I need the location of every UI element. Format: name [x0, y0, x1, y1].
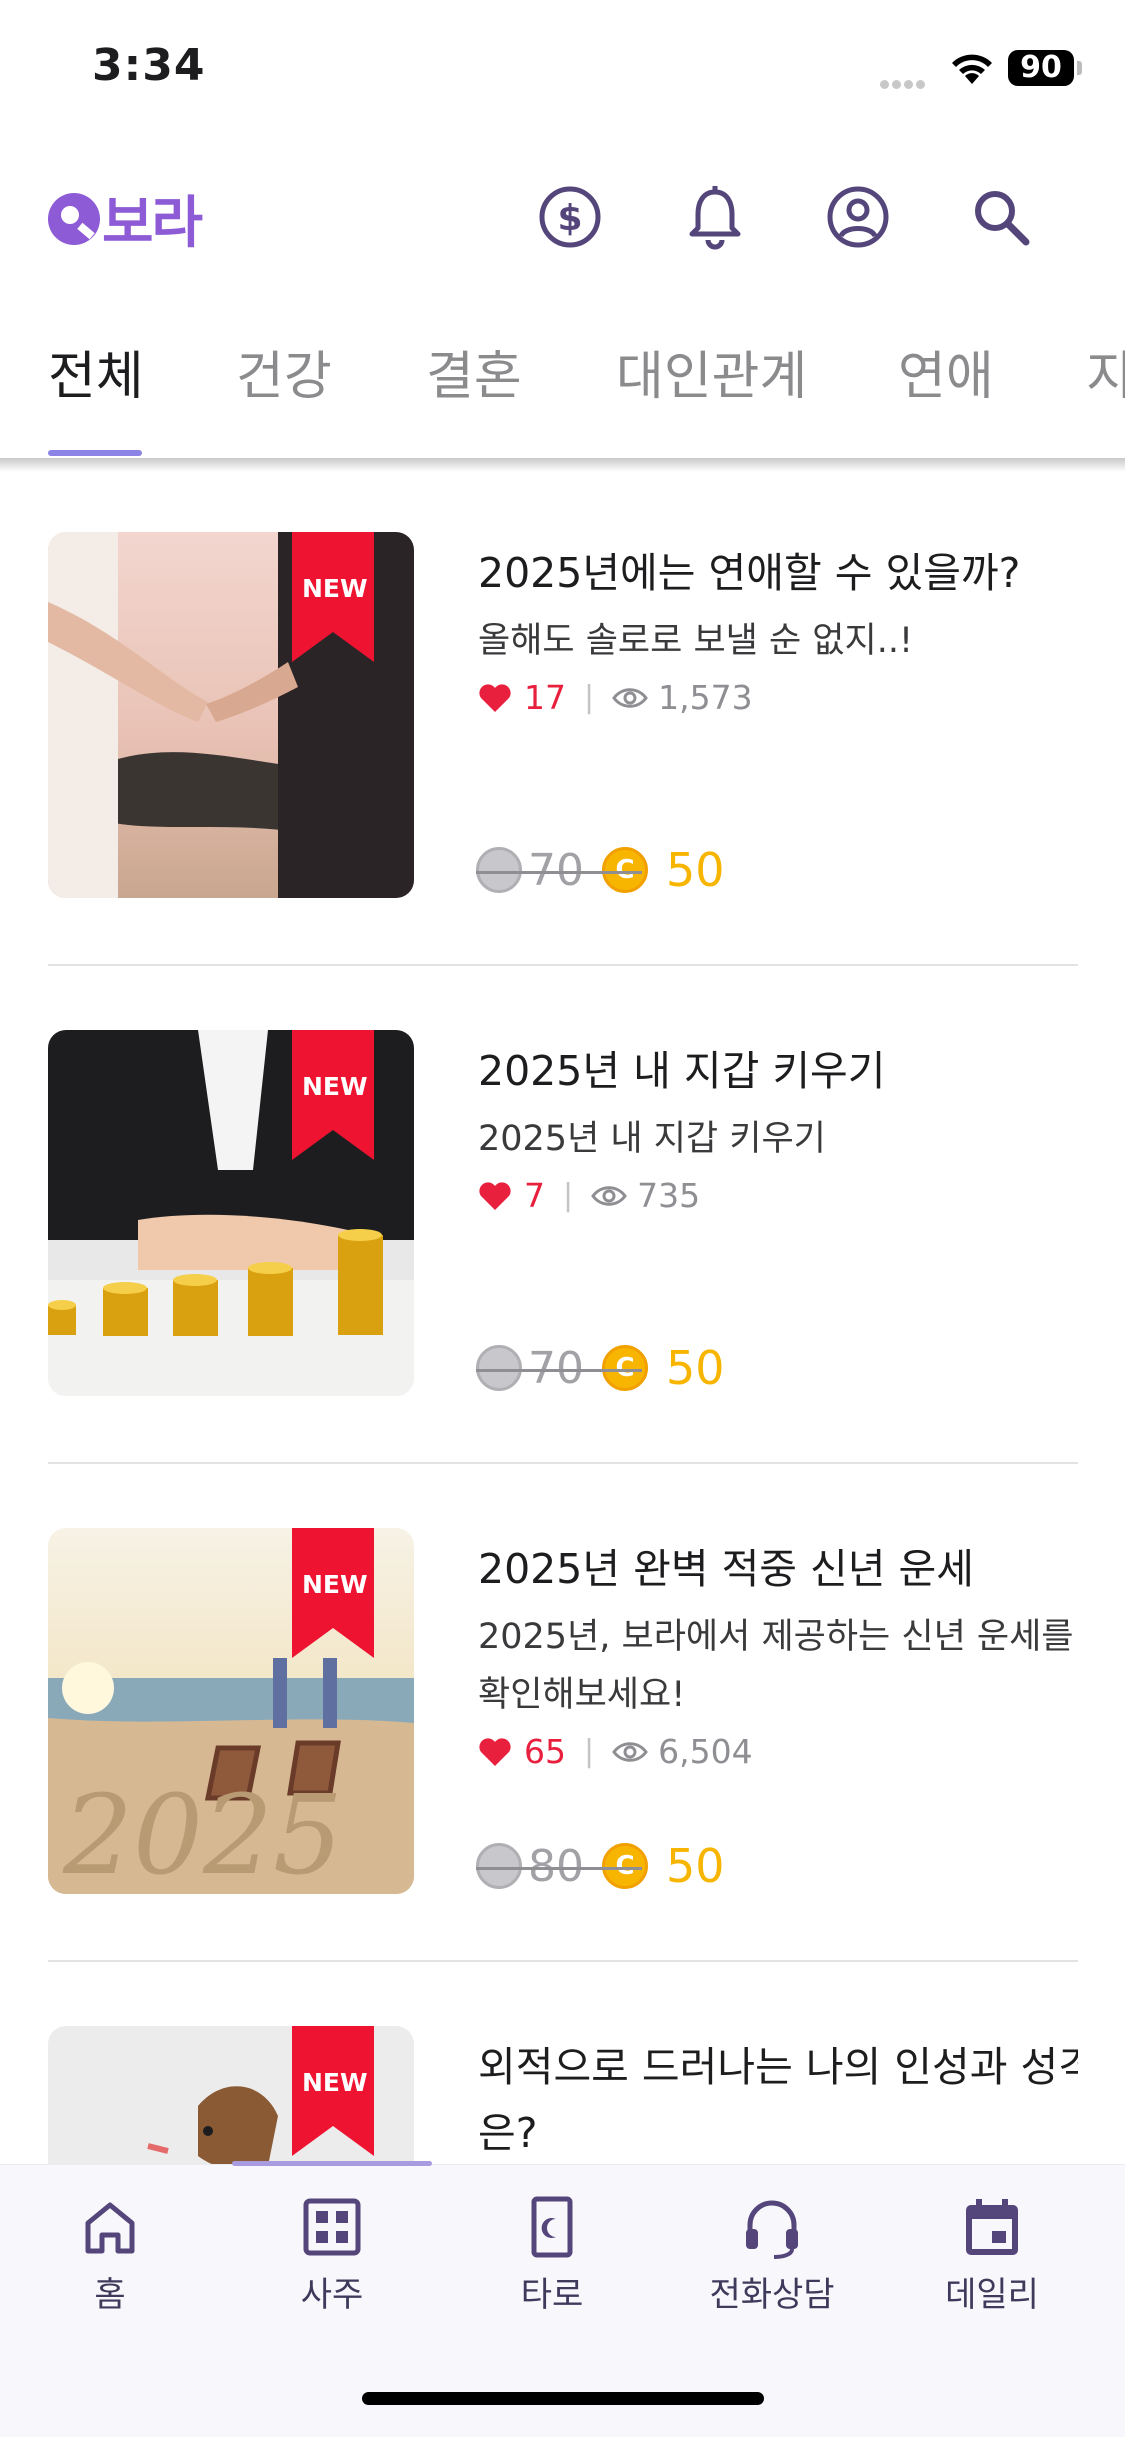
view-count: 735 — [637, 1176, 701, 1215]
item-stats: 7 | 735 — [478, 1176, 700, 1215]
nav-label: 타로 — [520, 2275, 584, 2315]
sale-price: 50 — [666, 843, 725, 897]
list-item[interactable]: NEW 2025년에는 연애할 수 있을까? 올해도 솔로로 보낼 순 없지..… — [48, 532, 1078, 902]
nav-item-phone-consult[interactable]: 전화상담 — [682, 2195, 862, 2316]
eye-icon — [591, 1185, 627, 1206]
item-price: 70 C 50 — [476, 842, 725, 898]
nav-item-saju[interactable]: 사주 — [242, 2195, 422, 2316]
coin-gray-icon — [476, 847, 522, 893]
coin-gray-icon — [476, 1345, 522, 1391]
original-price: 70 — [528, 1342, 584, 1394]
nav-label: 사주 — [300, 2275, 364, 2315]
list-item[interactable]: 2025 NEW 2025년 완벽 적중 신년 운세 2025년, 보라에서 제… — [48, 1528, 1078, 1898]
coin-gray-icon — [476, 1843, 522, 1889]
tab-love[interactable]: 연애 — [898, 334, 994, 409]
nav-label: 전화상담 — [709, 2275, 835, 2315]
new-badge: NEW — [302, 1072, 368, 1101]
coin-icon: C — [602, 1843, 648, 1889]
item-description: 올해도 솔로로 보낼 순 없지..! — [478, 621, 913, 661]
original-price: 80 — [528, 1840, 584, 1892]
list-divider — [48, 1960, 1078, 1962]
sale-price: 50 — [666, 1341, 725, 1395]
list-item[interactable]: NEW 외적으로 드러나는 나의 인성과 성격은? — [48, 2026, 1078, 2164]
tab-marriage[interactable]: 결혼 — [426, 334, 522, 409]
list-item[interactable]: NEW 2025년 내 지갑 키우기 2025년 내 지갑 키우기 7 | 73… — [48, 1030, 1078, 1400]
item-title: 2025년에는 연애할 수 있을까? — [478, 549, 1021, 597]
grid-icon — [303, 2198, 361, 2256]
category-tabs: 전체 건강 결혼 대인관계 연애 지 — [0, 320, 1125, 460]
list-divider — [48, 1462, 1078, 1464]
item-stats: 17 | 1,573 — [478, 678, 753, 717]
new-badge: NEW — [302, 574, 368, 603]
tab-all[interactable]: 전체 — [48, 334, 144, 409]
original-price: 70 — [528, 844, 584, 896]
heart-icon — [479, 1737, 511, 1766]
like-count: 65 — [524, 1732, 566, 1771]
wifi-icon — [952, 54, 992, 84]
status-bar: 3:34 90 — [0, 0, 1125, 140]
nav-scroll-indicator — [232, 2161, 432, 2166]
like-count: 7 — [524, 1176, 545, 1215]
battery-cap — [1077, 61, 1082, 75]
svg-text:2025: 2025 — [62, 1771, 343, 1894]
calendar-icon — [966, 2199, 1018, 2255]
logo-mark-icon — [48, 192, 100, 245]
stats-separator: | — [563, 1178, 574, 1213]
list-divider — [48, 964, 1078, 966]
tab-health[interactable]: 건강 — [236, 334, 332, 409]
home-indicator — [362, 2392, 764, 2405]
view-count: 6,504 — [658, 1732, 753, 1771]
item-title: 외적으로 드러나는 나의 인성과 성격은? — [478, 2043, 1078, 2157]
sale-price: 50 — [666, 1839, 725, 1893]
item-description: 2025년, 보라에서 제공하는 신년 운세를 확인해보세요! — [478, 1617, 1074, 1715]
nav-label: 데일리 — [945, 2275, 1039, 2315]
item-description: 2025년 내 지갑 키우기 — [478, 1119, 826, 1159]
price-strikethrough — [476, 1369, 642, 1372]
coin-dollar-icon[interactable]: $ — [535, 182, 605, 252]
heart-icon — [479, 683, 511, 712]
new-badge: NEW — [302, 1570, 368, 1599]
new-badge: NEW — [302, 2068, 368, 2097]
cellular-signal-icon — [880, 74, 928, 93]
svg-text:$: $ — [557, 198, 582, 239]
nav-item-home[interactable]: 홈 — [20, 2195, 200, 2316]
eye-icon — [612, 687, 648, 708]
headset-icon — [746, 2200, 798, 2259]
coin-icon: C — [602, 1345, 648, 1391]
logo-text: 보라 — [102, 191, 203, 256]
search-icon[interactable] — [966, 182, 1036, 252]
coin-icon: C — [602, 847, 648, 893]
item-title: 2025년 내 지갑 키우기 — [478, 1047, 886, 1095]
status-time: 3:34 — [92, 40, 206, 91]
stats-separator: | — [584, 680, 595, 715]
nav-item-tarot[interactable]: 타로 — [462, 2195, 642, 2316]
heart-icon — [479, 1181, 511, 1210]
tab-more[interactable]: 지 — [1086, 334, 1125, 409]
nav-label: 홈 — [94, 2275, 126, 2315]
app-header: 보라 $ — [0, 160, 1125, 270]
profile-icon[interactable] — [823, 182, 893, 252]
eye-icon — [612, 1741, 648, 1762]
app-logo[interactable]: 보라 — [48, 178, 203, 259]
item-price: 70 C 50 — [476, 1340, 725, 1396]
home-icon — [85, 2202, 135, 2254]
tabs-shadow — [0, 458, 1125, 472]
item-stats: 65 | 6,504 — [478, 1732, 753, 1771]
item-title: 2025년 완벽 적중 신년 운세 — [478, 1545, 974, 1593]
tarot-card-icon — [531, 2196, 573, 2258]
nav-item-daily[interactable]: 데일리 — [902, 2195, 1082, 2316]
battery-level: 90 — [1008, 50, 1074, 86]
active-tab-indicator — [48, 450, 142, 456]
stats-separator: | — [584, 1734, 595, 1769]
price-strikethrough — [476, 871, 642, 874]
tab-relationships[interactable]: 대인관계 — [616, 334, 807, 409]
price-strikethrough — [476, 1867, 642, 1870]
view-count: 1,573 — [658, 678, 753, 717]
bell-icon[interactable] — [680, 182, 750, 252]
like-count: 17 — [524, 678, 566, 717]
item-price: 80 C 50 — [476, 1838, 725, 1894]
